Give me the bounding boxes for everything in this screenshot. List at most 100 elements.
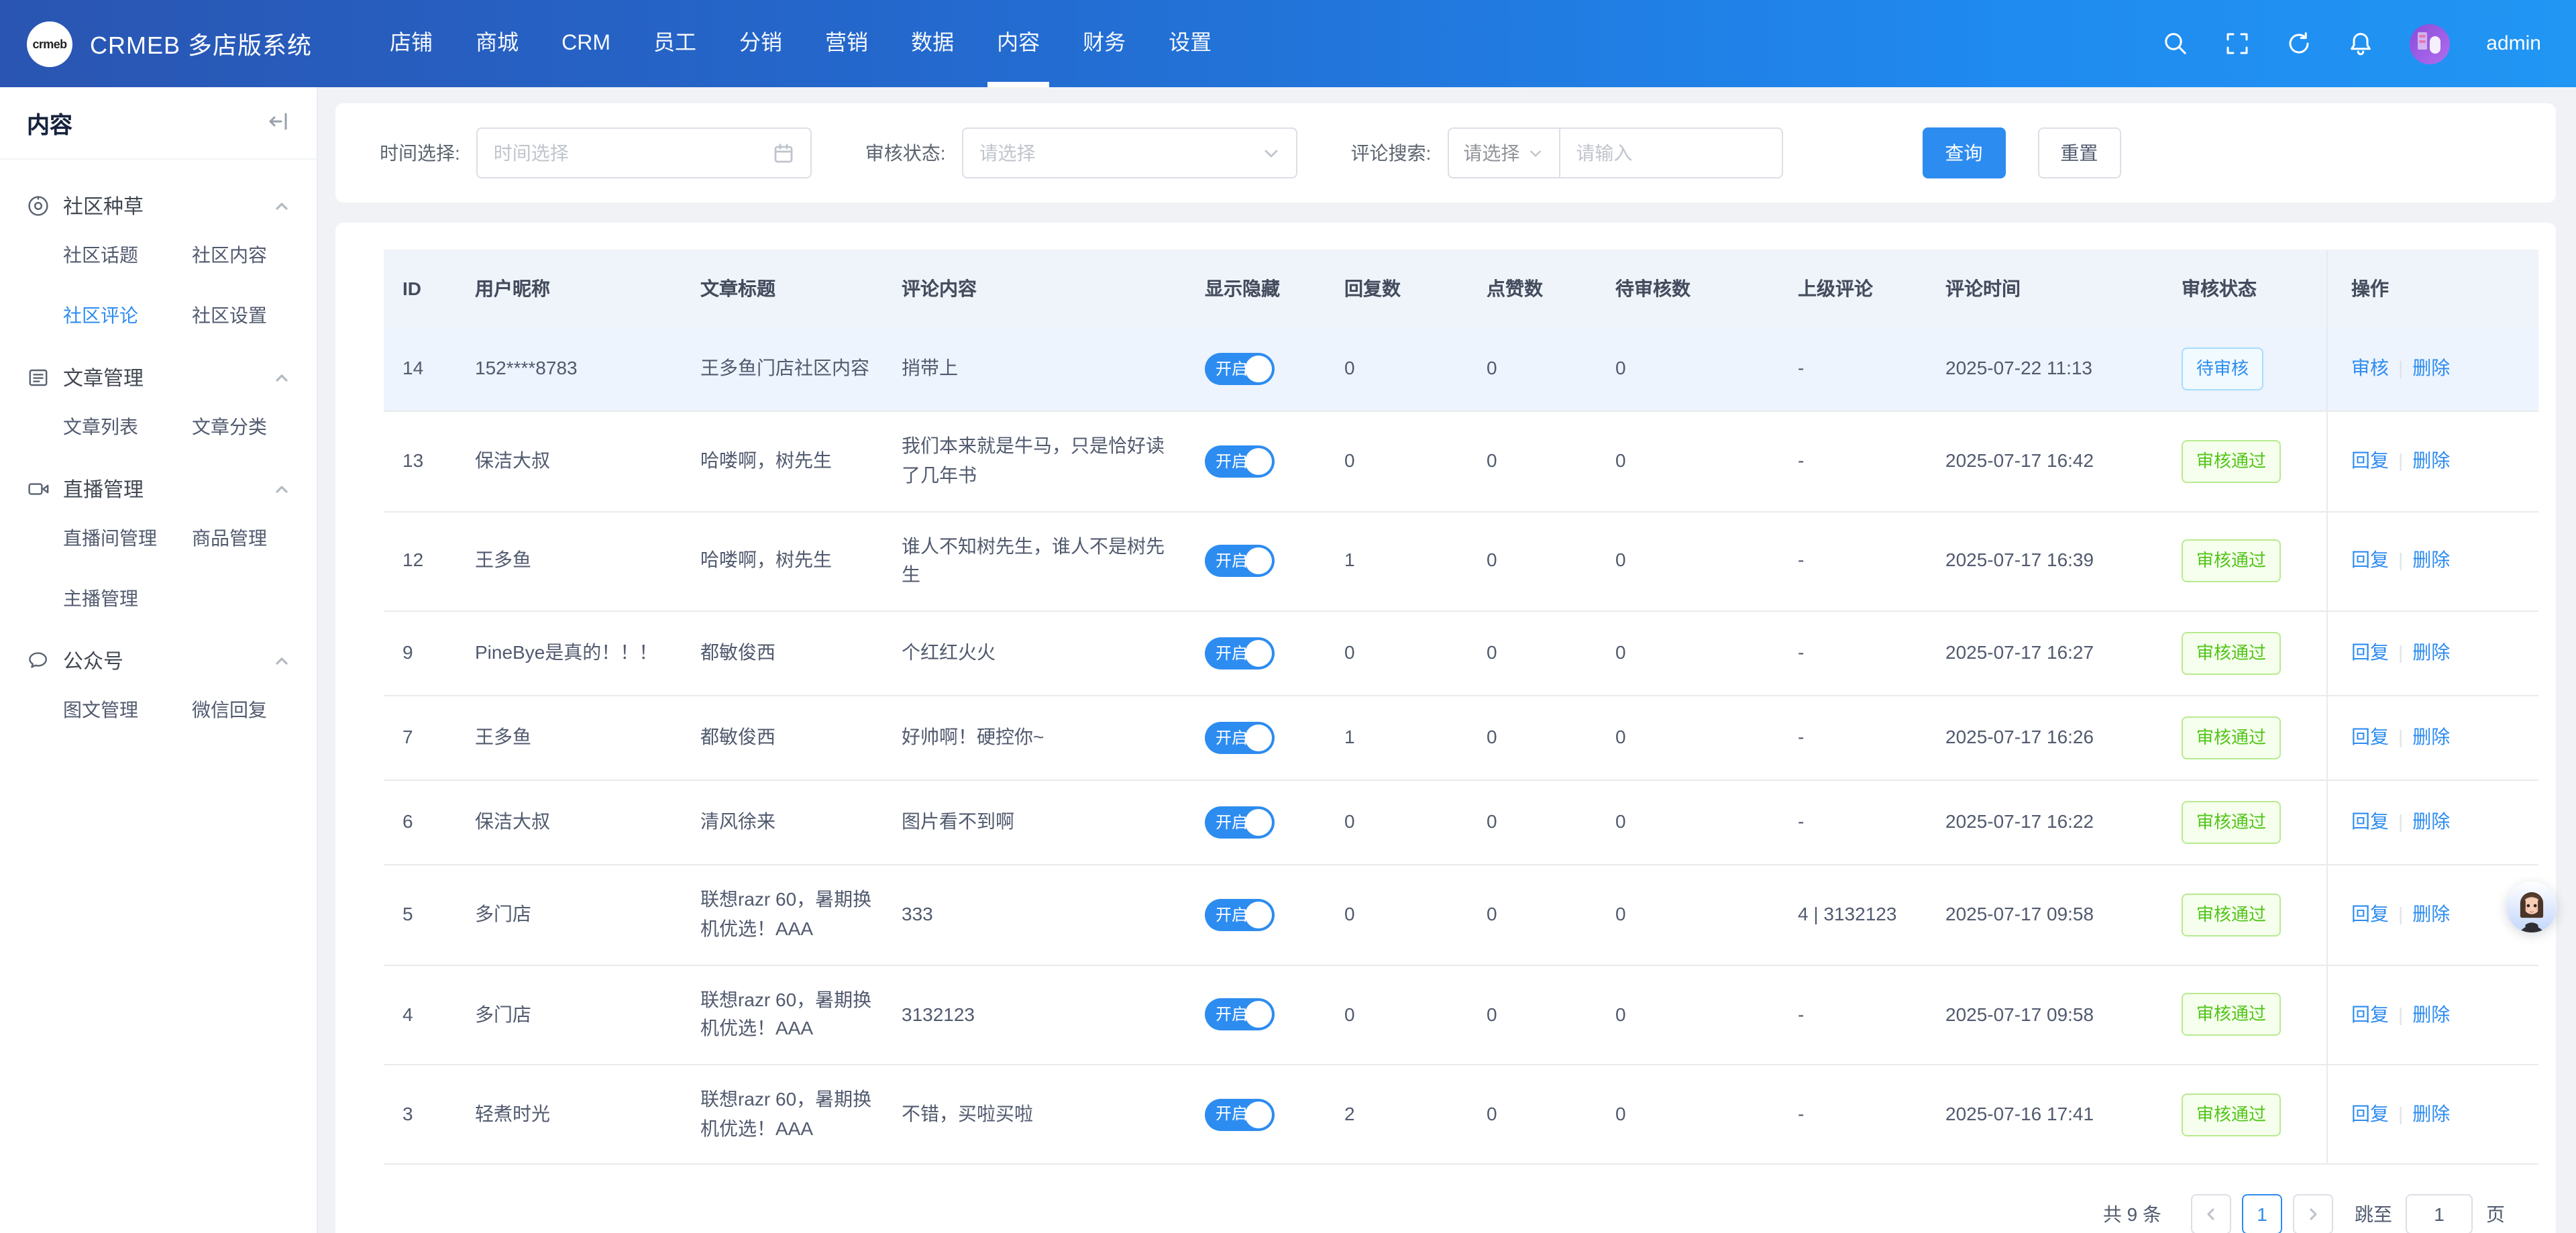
menu-collapse-icon[interactable]	[267, 109, 290, 136]
cell-time: 2025-07-17 09:58	[1932, 865, 2168, 965]
sidebar-item[interactable]: 商品管理	[192, 525, 317, 551]
sidebar-item[interactable]: 社区内容	[192, 242, 317, 268]
action-link[interactable]: 删除	[2412, 449, 2450, 471]
action-link[interactable]: 删除	[2412, 641, 2450, 663]
action-link[interactable]: 删除	[2412, 727, 2450, 748]
nav-item[interactable]: 财务	[1061, 0, 1147, 87]
nav-item[interactable]: 数据	[890, 0, 975, 87]
nav-item[interactable]: 商城	[454, 0, 540, 87]
comment-search-input[interactable]	[1560, 129, 1781, 177]
nav-item[interactable]: 员工	[632, 0, 718, 87]
sidebar-item[interactable]: 微信回复	[192, 696, 317, 723]
search-icon[interactable]	[2163, 31, 2188, 56]
action-link[interactable]: 删除	[2412, 357, 2450, 378]
action-link[interactable]: 回复	[2351, 727, 2389, 748]
fullscreen-icon[interactable]	[2224, 31, 2250, 56]
sidebar-section-header[interactable]: 直播管理	[0, 462, 317, 517]
comments-table-card: ID用户昵称文章标题评论内容显示隐藏回复数点赞数待审核数上级评论评论时间审核状态…	[335, 223, 2556, 1233]
chevron-up-icon	[274, 370, 290, 386]
next-page-button[interactable]	[2293, 1195, 2333, 1233]
action-link[interactable]: 回复	[2351, 449, 2389, 471]
cell-parent: 4 | 3132123	[1784, 865, 1932, 965]
status-badge: 待审核	[2182, 347, 2263, 390]
jump-page-input[interactable]	[2406, 1195, 2473, 1233]
nav-item[interactable]: 分销	[718, 0, 804, 87]
status-filter-label: 审核状态:	[865, 140, 946, 166]
comment-search-group: 请选择	[1447, 127, 1782, 178]
action-link[interactable]: 回复	[2351, 1103, 2389, 1124]
action-link[interactable]: 删除	[2412, 1003, 2450, 1024]
action-link[interactable]: 删除	[2412, 1103, 2450, 1124]
prev-page-button[interactable]	[2191, 1195, 2231, 1233]
cell-actions: 回复|删除	[2326, 696, 2538, 780]
sidebar-item[interactable]: 社区话题	[63, 242, 192, 268]
status-badge: 审核通过	[2182, 801, 2281, 844]
crmeb-admin-page: crmeb CRMEB 多店版系统 店铺商城CRM员工分销营销数据内容财务设置	[0, 0, 2576, 1233]
nav-item[interactable]: CRM	[540, 0, 632, 87]
cell-nickname: 152****8783	[462, 327, 687, 411]
action-link[interactable]: 回复	[2351, 903, 2389, 924]
cell-pending: 0	[1602, 327, 1784, 411]
query-button[interactable]: 查询	[1922, 127, 2005, 178]
sidebar-item[interactable]: 文章分类	[192, 413, 317, 440]
visibility-toggle[interactable]: 开启	[1205, 353, 1275, 385]
sidebar-section: 公众号图文管理微信回复	[0, 633, 317, 737]
nav-item[interactable]: 设置	[1147, 0, 1233, 87]
cell-replies: 0	[1331, 965, 1473, 1065]
cell-parent: -	[1784, 411, 1932, 511]
date-picker-input[interactable]: 时间选择	[476, 127, 812, 178]
nav-item[interactable]: 店铺	[368, 0, 454, 87]
sidebar-item[interactable]: 社区评论	[63, 302, 192, 329]
sidebar-item[interactable]: 主播管理	[63, 585, 192, 612]
cell-id: 9	[384, 611, 462, 696]
sidebar-section-header[interactable]: 公众号	[0, 633, 317, 688]
visibility-toggle[interactable]: 开启	[1205, 545, 1275, 577]
sidebar-item[interactable]: 直播间管理	[63, 525, 192, 551]
action-link[interactable]: 删除	[2412, 811, 2450, 833]
sidebar-item[interactable]: 社区设置	[192, 302, 317, 329]
sidebar-item[interactable]: 文章列表	[63, 413, 192, 440]
action-link[interactable]: 回复	[2351, 1003, 2389, 1024]
visibility-toggle[interactable]: 开启	[1205, 722, 1275, 754]
sidebar-item[interactable]: 图文管理	[63, 696, 192, 723]
action-link[interactable]: 审核	[2351, 357, 2389, 378]
bell-icon[interactable]	[2348, 31, 2373, 56]
sidebar-header: 内容	[0, 87, 317, 160]
visibility-toggle[interactable]: 开启	[1205, 999, 1275, 1031]
nav-item[interactable]: 营销	[804, 0, 890, 87]
action-link[interactable]: 删除	[2412, 549, 2450, 571]
chevron-up-icon	[274, 198, 290, 214]
column-header-comment: 评论内容	[888, 250, 1191, 327]
refresh-icon[interactable]	[2286, 31, 2312, 56]
cell-visible: 开启	[1191, 611, 1331, 696]
visibility-toggle[interactable]: 开启	[1205, 637, 1275, 669]
action-link[interactable]: 删除	[2412, 903, 2450, 924]
cell-actions: 回复|删除	[2326, 411, 2538, 511]
sidebar-section-header[interactable]: 社区种草	[0, 178, 317, 233]
current-page-button[interactable]: 1	[2242, 1195, 2282, 1233]
status-select[interactable]: 请选择	[962, 127, 1297, 178]
floating-assistant-avatar[interactable]	[2506, 881, 2557, 932]
visibility-toggle[interactable]: 开启	[1205, 445, 1275, 478]
cell-parent: -	[1784, 965, 1932, 1065]
sidebar-section-header[interactable]: 文章管理	[0, 350, 317, 405]
cell-likes: 0	[1473, 780, 1602, 865]
cell-time: 2025-07-17 16:42	[1932, 411, 2168, 511]
nav-item[interactable]: 内容	[975, 0, 1061, 87]
column-header-parent: 上级评论	[1784, 250, 1932, 327]
cell-comment: 不错，买啦买啦	[888, 1065, 1191, 1165]
table-row: 4多门店联想razr 60，暑期换机优选！AAA3132123开启000-202…	[384, 965, 2538, 1065]
reset-button[interactable]: 重置	[2037, 127, 2121, 178]
comment-search-type-select[interactable]: 请选择	[1448, 129, 1560, 177]
visibility-toggle[interactable]: 开启	[1205, 899, 1275, 931]
action-link[interactable]: 回复	[2351, 811, 2389, 833]
action-divider: |	[2398, 357, 2403, 378]
visibility-toggle[interactable]: 开启	[1205, 806, 1275, 839]
action-link[interactable]: 回复	[2351, 549, 2389, 571]
cell-pending: 0	[1602, 696, 1784, 780]
visibility-toggle[interactable]: 开启	[1205, 1099, 1275, 1131]
username-label[interactable]: admin	[2486, 32, 2541, 55]
action-link[interactable]: 回复	[2351, 641, 2389, 663]
user-avatar[interactable]	[2410, 23, 2450, 64]
cell-nickname: 保洁大叔	[462, 780, 687, 865]
